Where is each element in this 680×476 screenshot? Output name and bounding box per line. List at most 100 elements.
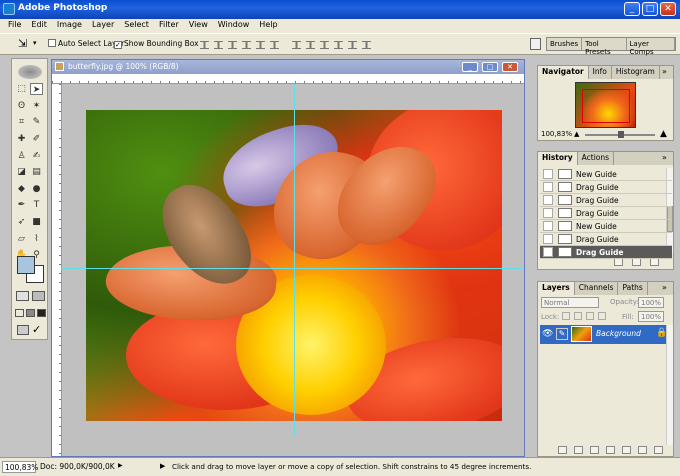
history-brush-source-box[interactable] [543, 247, 553, 257]
blur-tool-icon[interactable]: ◆ [15, 183, 28, 195]
doc-minimize-button[interactable]: _ [462, 62, 478, 72]
move-tool-preset-icon[interactable]: ⇲ [18, 37, 27, 50]
layer-row-background[interactable]: 👁 ✎ Background 🔒 [540, 325, 667, 344]
delete-state-icon[interactable] [650, 258, 659, 266]
zoom-in-icon[interactable]: ▲ [660, 129, 667, 139]
horizontal-ruler[interactable] [52, 74, 524, 84]
status-menu-arrow-icon[interactable]: ▶ [118, 462, 123, 469]
lock-position-icon[interactable] [586, 312, 594, 320]
edit-in-imageready-icon[interactable]: ✓ [32, 323, 41, 336]
lock-all-icon[interactable] [598, 312, 606, 320]
history-item[interactable]: New Guide [540, 220, 672, 233]
lock-pixels-icon[interactable] [574, 312, 582, 320]
distribute-horizontal-center-icon[interactable] [348, 41, 357, 49]
doc-close-button[interactable]: ✕ [502, 62, 518, 72]
zoom-field[interactable]: 100,83% [2, 461, 38, 473]
file-browser-icon[interactable] [530, 38, 541, 50]
shape-tool-icon[interactable]: ■ [30, 216, 43, 228]
vertical-guide[interactable] [294, 84, 295, 436]
maximize-button[interactable]: □ [642, 2, 658, 16]
distribute-vertical-center-icon[interactable] [306, 41, 315, 49]
history-item[interactable]: Drag Guide [540, 233, 672, 246]
history-brush-source-box[interactable] [543, 195, 553, 205]
eyedropper-tool-icon[interactable]: ⌇ [30, 233, 43, 245]
notes-tool-icon[interactable]: ▱ [15, 233, 28, 245]
well-tab-tool-presets[interactable]: Tool Presets [582, 38, 627, 56]
align-horizontal-center-icon[interactable] [256, 41, 265, 49]
minimize-button[interactable]: _ [624, 2, 640, 16]
eraser-tool-icon[interactable]: ◪ [15, 166, 28, 178]
blend-mode-select[interactable]: Normal [541, 297, 599, 308]
align-right-icon[interactable] [270, 41, 279, 49]
tab-navigator[interactable]: Navigator [538, 66, 589, 79]
slice-tool-icon[interactable]: ✎ [30, 116, 43, 128]
brush-tool-icon[interactable]: ✐ [30, 133, 43, 145]
menu-select[interactable]: Select [119, 19, 154, 33]
distribute-bottom-icon[interactable] [320, 41, 329, 49]
quick-mask-mode-icon[interactable] [32, 291, 45, 301]
move-tool-icon[interactable]: ➤ [30, 83, 43, 95]
menu-layer[interactable]: Layer [87, 19, 119, 33]
tab-histogram[interactable]: Histogram [612, 66, 660, 79]
layers-menu-icon[interactable]: » [662, 283, 667, 292]
menu-view[interactable]: View [184, 19, 213, 33]
new-document-from-state-icon[interactable] [614, 258, 623, 266]
history-brush-source-box[interactable] [543, 221, 553, 231]
layer-mask-icon[interactable] [590, 446, 599, 454]
layers-scrollbar[interactable] [666, 325, 673, 445]
fill-field[interactable]: 100% [638, 311, 664, 322]
lasso-tool-icon[interactable]: ʘ [15, 100, 28, 112]
gradient-tool-icon[interactable]: ▤ [30, 166, 43, 178]
tab-paths[interactable]: Paths [618, 282, 648, 295]
tab-info[interactable]: Info [589, 66, 612, 79]
align-bottom-icon[interactable] [228, 41, 237, 49]
distribute-right-icon[interactable] [362, 41, 371, 49]
menu-file[interactable]: File [3, 19, 26, 33]
tab-history[interactable]: History [538, 152, 578, 165]
tool-preset-arrow-icon[interactable]: ▾ [33, 39, 37, 47]
jump-to-imageready-icon[interactable] [17, 325, 29, 335]
screen-mode-menubar-icon[interactable] [26, 309, 35, 317]
close-button[interactable]: ✕ [660, 2, 676, 16]
navigator-view-box[interactable] [582, 89, 630, 123]
history-brush-source-box[interactable] [543, 234, 553, 244]
document-title-bar[interactable]: butterfly.jpg @ 100% (RGB/8) [52, 60, 524, 74]
tab-actions[interactable]: Actions [578, 152, 615, 165]
doc-maximize-button[interactable]: □ [482, 62, 498, 72]
vertical-ruler[interactable] [52, 84, 62, 456]
history-menu-icon[interactable]: » [662, 153, 667, 162]
auto-select-layer-checkbox[interactable]: Auto Select Layer [48, 39, 124, 48]
foreground-color-swatch[interactable] [17, 256, 35, 274]
dodge-tool-icon[interactable]: ● [30, 183, 43, 195]
history-brush-source-box[interactable] [543, 169, 553, 179]
history-brush-source-box[interactable] [543, 182, 553, 192]
layer-visibility-eye-icon[interactable]: 👁 [542, 329, 553, 339]
tab-layers[interactable]: Layers [538, 282, 575, 295]
crop-tool-icon[interactable]: ⌗ [15, 116, 28, 128]
pen-tool-icon[interactable]: ✒ [15, 199, 28, 211]
screen-mode-full-icon[interactable] [37, 309, 46, 317]
new-group-icon[interactable] [622, 446, 631, 454]
tab-channels[interactable]: Channels [575, 282, 619, 295]
navigator-menu-icon[interactable]: » [662, 67, 667, 76]
link-layers-icon[interactable] [558, 446, 567, 454]
type-tool-icon[interactable]: T [30, 199, 43, 211]
history-item[interactable]: Drag Guide [540, 246, 672, 259]
new-fill-layer-icon[interactable] [606, 446, 615, 454]
path-selection-tool-icon[interactable]: ➶ [15, 216, 28, 228]
align-vertical-center-icon[interactable] [214, 41, 223, 49]
zoom-slider-thumb[interactable] [618, 131, 624, 138]
layer-style-icon[interactable] [574, 446, 583, 454]
magic-wand-tool-icon[interactable]: ✶ [30, 100, 43, 112]
history-item[interactable]: New Guide [540, 168, 672, 181]
menu-filter[interactable]: Filter [154, 19, 184, 33]
align-left-icon[interactable] [242, 41, 251, 49]
well-tab-brushes[interactable]: Brushes [547, 38, 583, 50]
menu-image[interactable]: Image [52, 19, 87, 33]
screen-mode-standard-icon[interactable] [15, 309, 24, 317]
new-layer-icon[interactable] [638, 446, 647, 454]
navigator-zoom-field[interactable]: 100,83% [541, 130, 572, 138]
new-snapshot-icon[interactable] [632, 258, 641, 266]
well-tab-layer-comps[interactable]: Layer Comps [627, 38, 675, 56]
lock-transparency-icon[interactable] [562, 312, 570, 320]
